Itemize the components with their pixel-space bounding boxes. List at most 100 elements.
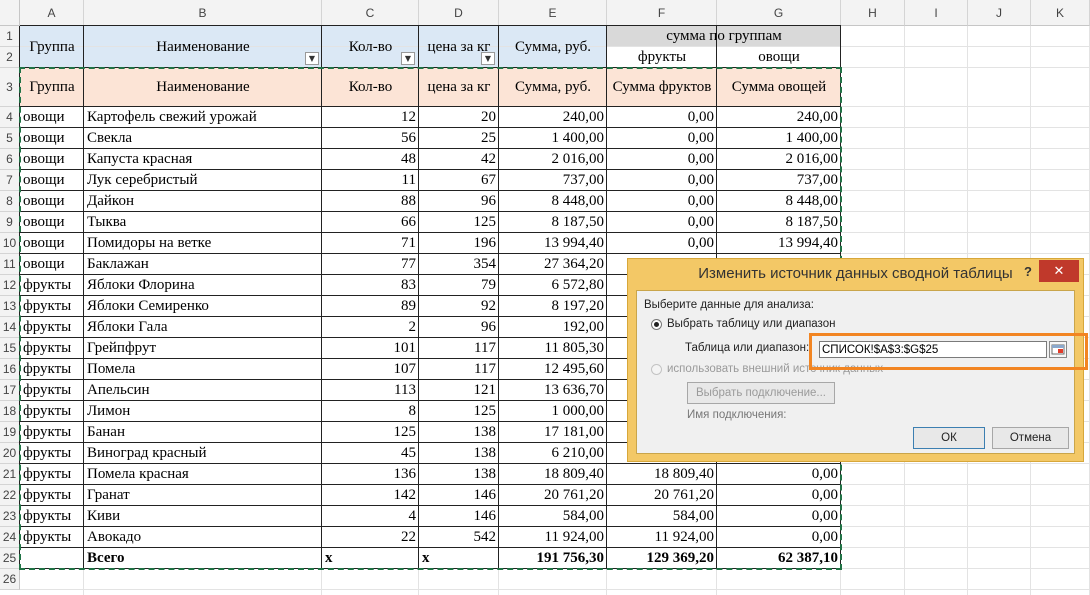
table-cell[interactable]: 584,00: [607, 506, 717, 527]
table-cell[interactable]: овощи: [20, 170, 84, 191]
row-header[interactable]: 6: [0, 149, 20, 170]
dropdown-arrow-icon[interactable]: ▼: [305, 52, 319, 65]
table-cell[interactable]: 196: [419, 233, 499, 254]
row-header[interactable]: 14: [0, 317, 20, 338]
table-cell[interactable]: 96: [419, 191, 499, 212]
table-cell[interactable]: 88: [322, 191, 419, 212]
column-header[interactable]: B: [84, 0, 322, 26]
table-cell[interactable]: 25: [419, 128, 499, 149]
table-cell[interactable]: 13 994,40: [499, 233, 607, 254]
table-cell[interactable]: Дайкон: [84, 191, 322, 212]
row-header[interactable]: 7: [0, 170, 20, 191]
table-cell[interactable]: 146: [419, 485, 499, 506]
table-cell[interactable]: фрукты: [20, 359, 84, 380]
table-cell[interactable]: 0,00: [607, 212, 717, 233]
table-cell[interactable]: 542: [419, 527, 499, 548]
row-header[interactable]: 23: [0, 506, 20, 527]
column-header[interactable]: K: [1031, 0, 1090, 26]
table-cell[interactable]: 117: [419, 359, 499, 380]
table-cell[interactable]: Лимон: [84, 401, 322, 422]
table-cell[interactable]: 0,00: [607, 170, 717, 191]
table-cell[interactable]: 12 495,60: [499, 359, 607, 380]
table-cell[interactable]: Помела: [84, 359, 322, 380]
table-cell[interactable]: 2 016,00: [717, 149, 841, 170]
table-cell[interactable]: 1 400,00: [499, 128, 607, 149]
header-row3-cell[interactable]: Группа: [20, 68, 84, 107]
radio-select-range-label[interactable]: Выбрать таблицу или диапазон: [667, 318, 835, 330]
header-row3-cell[interactable]: Сумма, руб.: [499, 68, 607, 107]
close-icon[interactable]: ✕: [1039, 260, 1079, 282]
table-cell[interactable]: овощи: [20, 107, 84, 128]
column-header[interactable]: J: [968, 0, 1031, 26]
table-cell[interactable]: овощи: [20, 212, 84, 233]
table-cell[interactable]: 89: [322, 296, 419, 317]
table-cell[interactable]: 0,00: [607, 191, 717, 212]
header-group[interactable]: Группа: [20, 26, 84, 68]
table-cell[interactable]: 8 448,00: [717, 191, 841, 212]
table-cell[interactable]: 11 924,00: [499, 527, 607, 548]
table-cell[interactable]: 8 448,00: [499, 191, 607, 212]
table-cell[interactable]: 42: [419, 149, 499, 170]
row-header[interactable]: 15: [0, 338, 20, 359]
table-cell[interactable]: 142: [322, 485, 419, 506]
table-cell[interactable]: 1 400,00: [717, 128, 841, 149]
table-cell[interactable]: 138: [419, 443, 499, 464]
table-cell[interactable]: 67: [419, 170, 499, 191]
table-cell[interactable]: 2 016,00: [499, 149, 607, 170]
table-cell[interactable]: Виноград красный: [84, 443, 322, 464]
column-header[interactable]: A: [20, 0, 84, 26]
table-cell[interactable]: Киви: [84, 506, 322, 527]
row-header[interactable]: 21: [0, 464, 20, 485]
header-row3-cell[interactable]: Наименование: [84, 68, 322, 107]
table-cell[interactable]: 56: [322, 128, 419, 149]
row-header[interactable]: 19: [0, 422, 20, 443]
table-cell[interactable]: 11: [322, 170, 419, 191]
table-cell[interactable]: 96: [419, 317, 499, 338]
header-fruits[interactable]: фрукты: [607, 47, 717, 68]
table-cell[interactable]: 0,00: [717, 506, 841, 527]
table-cell[interactable]: 8 187,50: [717, 212, 841, 233]
table-cell[interactable]: Банан: [84, 422, 322, 443]
header-row3-cell[interactable]: Кол-во: [322, 68, 419, 107]
table-cell[interactable]: 20 761,20: [499, 485, 607, 506]
row-header[interactable]: 26: [0, 569, 20, 590]
row-header[interactable]: 22: [0, 485, 20, 506]
choose-connection-button[interactable]: Выбрать подключение...: [687, 382, 835, 404]
header-row3-cell[interactable]: Сумма овощей: [717, 68, 841, 107]
table-cell[interactable]: 0,00: [717, 527, 841, 548]
table-cell[interactable]: 20 761,20: [607, 485, 717, 506]
column-header[interactable]: H: [841, 0, 905, 26]
table-cell[interactable]: овощи: [20, 191, 84, 212]
row-header[interactable]: 18: [0, 401, 20, 422]
table-cell[interactable]: 71: [322, 233, 419, 254]
column-header[interactable]: I: [905, 0, 968, 26]
table-cell[interactable]: 66: [322, 212, 419, 233]
column-header[interactable]: D: [419, 0, 499, 26]
header-row3-cell[interactable]: цена за кг: [419, 68, 499, 107]
total-cell[interactable]: x: [322, 548, 419, 569]
row-header[interactable]: 20: [0, 443, 20, 464]
table-cell[interactable]: фрукты: [20, 338, 84, 359]
table-cell[interactable]: овощи: [20, 128, 84, 149]
header-name[interactable]: Наименование: [84, 26, 322, 68]
table-cell[interactable]: 101: [322, 338, 419, 359]
row-header[interactable]: 12: [0, 275, 20, 296]
column-header[interactable]: G: [717, 0, 841, 26]
table-cell[interactable]: Авокадо: [84, 527, 322, 548]
table-cell[interactable]: Апельсин: [84, 380, 322, 401]
table-cell[interactable]: фрукты: [20, 422, 84, 443]
total-cell[interactable]: x: [419, 548, 499, 569]
table-cell[interactable]: 113: [322, 380, 419, 401]
row-header[interactable]: 11: [0, 254, 20, 275]
row-header[interactable]: 13: [0, 296, 20, 317]
header-sum[interactable]: Сумма, руб.: [499, 26, 607, 68]
table-cell[interactable]: фрукты: [20, 464, 84, 485]
table-cell[interactable]: 2: [322, 317, 419, 338]
table-cell[interactable]: Капуста красная: [84, 149, 322, 170]
table-cell[interactable]: 0,00: [607, 233, 717, 254]
row-header[interactable]: 5: [0, 128, 20, 149]
table-cell[interactable]: овощи: [20, 254, 84, 275]
table-cell[interactable]: 240,00: [499, 107, 607, 128]
table-cell[interactable]: 0,00: [717, 464, 841, 485]
table-cell[interactable]: 117: [419, 338, 499, 359]
